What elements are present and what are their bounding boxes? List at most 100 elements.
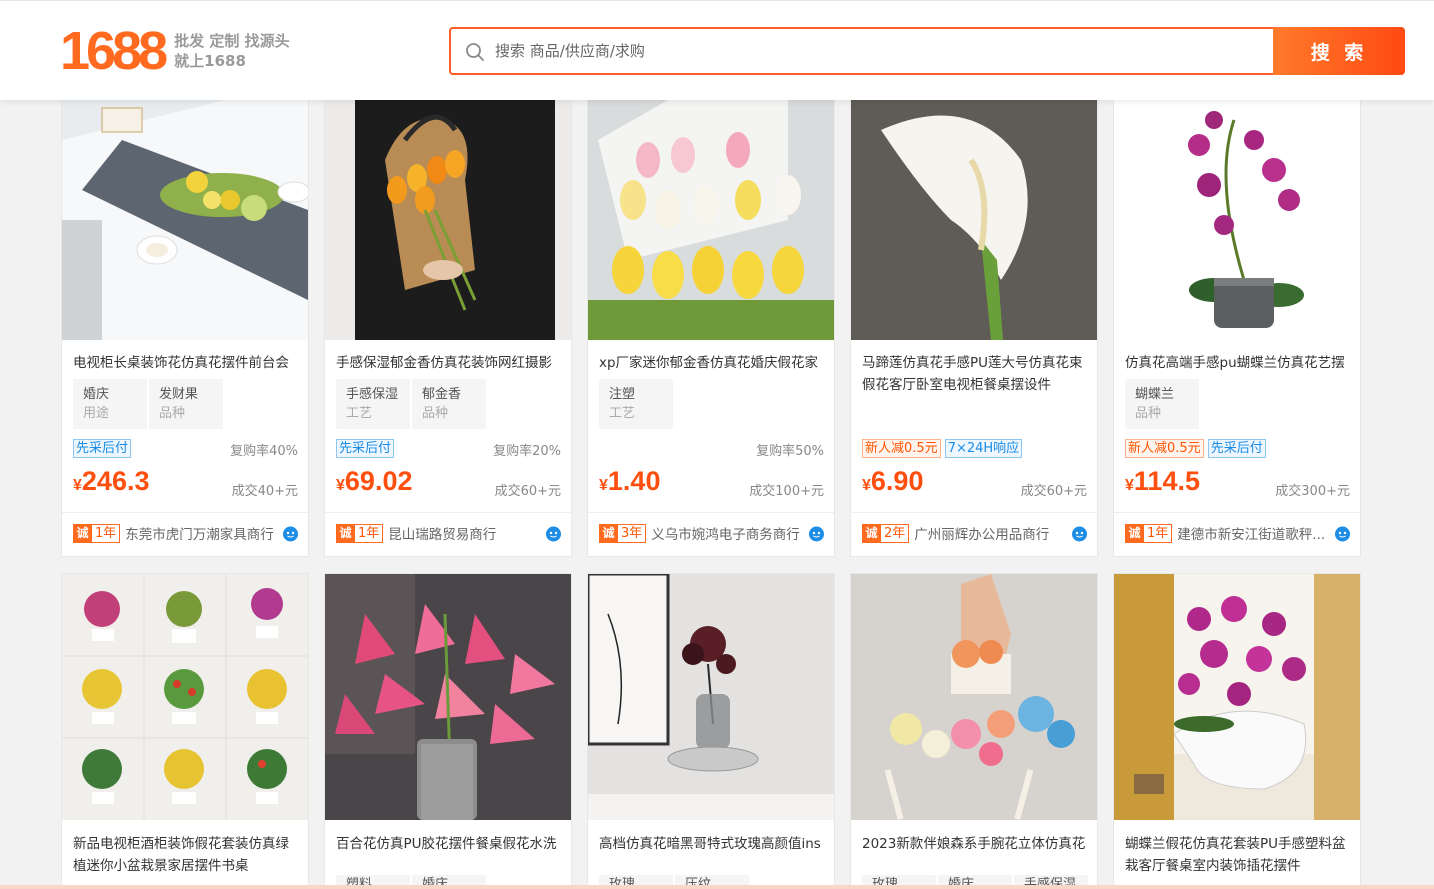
attribute-tag: 发财果 品种 (149, 379, 223, 429)
product-image[interactable] (325, 100, 571, 340)
divider (851, 512, 1097, 513)
chengxin-badge: 诚 (599, 523, 618, 543)
product-card[interactable]: 新品电视柜酒柜装饰假花套装仿真绿植迷你小盆栽景家居摆件书桌 (61, 573, 309, 889)
service-badges: 新人减0.5元 先采后付 (1125, 439, 1266, 458)
member-years: 1年 (355, 523, 384, 543)
rebuy-rate: 复购率50% (756, 444, 824, 459)
wangwang-chat-icon[interactable] (282, 525, 299, 542)
deal-amount: 成交100+元 (749, 484, 824, 499)
badge-new-user-discount: 新人减0.5元 (862, 439, 941, 458)
shop-name[interactable]: 东莞市虎门万潮家具商行 (125, 523, 280, 543)
service-badges: 新人减0.5元 7×24H响应 (862, 439, 1023, 458)
product-title[interactable]: 百合花仿真PU胶花摆件餐桌假花水洗 (336, 833, 562, 855)
product-title[interactable]: 高档仿真花暗黑哥特式玫瑰高颜值ins (599, 833, 825, 855)
member-years: 1年 (92, 523, 121, 543)
deal-amount: 成交60+元 (1020, 484, 1087, 499)
rebuy-rate: 复购率20% (493, 444, 561, 459)
price: ¥6.90 (862, 466, 924, 496)
price: ¥246.3 (73, 466, 150, 496)
deal-amount: 成交60+元 (494, 484, 561, 499)
search-input[interactable] (495, 35, 1255, 67)
wangwang-chat-icon[interactable] (1334, 525, 1351, 542)
top-header: 1688 批发 定制 找源头 就上1688 搜 索 (0, 0, 1434, 100)
product-card[interactable]: 仿真花高端手感pu蝴蝶兰仿真花艺摆 蝴蝶兰 品种 新人减0.5元 先采后付 ¥11… (1113, 99, 1361, 557)
product-card[interactable]: 蝴蝶兰假花仿真花套装PU手感塑料盆栽客厅餐桌室内装饰插花摆件 (1113, 573, 1361, 889)
attribute-tag: 蝴蝶兰 品种 (1125, 379, 1199, 429)
deal-amount: 成交40+元 (231, 484, 298, 499)
search-button[interactable]: 搜 索 (1273, 27, 1405, 75)
badge-pay-later: 先采后付 (1207, 439, 1266, 458)
shop-info[interactable]: 诚 1年 建德市新安江街道歌秤... (1125, 523, 1351, 543)
shop-info[interactable]: 诚 3年 义乌市婉鸿电子商务商行 (599, 523, 825, 543)
shop-name[interactable]: 建德市新安江街道歌秤... (1177, 523, 1332, 543)
wangwang-chat-icon[interactable] (808, 525, 825, 542)
product-card[interactable]: 电视柜长桌装饰花仿真花摆件前台会 婚庆 用途 发财果 品种 先采后付 复购率40% … (61, 99, 309, 557)
product-title[interactable]: 2023新款伴娘森系手腕花立体仿真花 (862, 833, 1088, 855)
product-image[interactable] (851, 574, 1097, 820)
price: ¥69.02 (336, 466, 413, 496)
search-bar: 搜 索 (449, 27, 1405, 75)
product-image[interactable] (62, 574, 308, 820)
attribute-tags: 蝴蝶兰 品种 (1125, 379, 1199, 429)
bottom-edge (0, 885, 1434, 889)
product-title[interactable]: 马蹄莲仿真花手感PU莲大号仿真花束假花客厅卧室电视柜餐桌摆设件 (862, 352, 1088, 396)
product-card[interactable]: 2023新款伴娘森系手腕花立体仿真花 玫瑰 婚庆 手感保湿 (850, 573, 1098, 889)
product-card[interactable]: 马蹄莲仿真花手感PU莲大号仿真花束假花客厅卧室电视柜餐桌摆设件 新人减0.5元 … (850, 99, 1098, 557)
slogan-line-2: 就上1688 (174, 52, 246, 70)
rebuy-rate: 复购率40% (230, 444, 298, 459)
product-title[interactable]: 电视柜长桌装饰花仿真花摆件前台会 (73, 352, 299, 374)
product-image[interactable] (851, 100, 1097, 340)
chengxin-badge: 诚 (336, 523, 355, 543)
shop-info[interactable]: 诚 2年 广州丽辉办公用品商行 (862, 523, 1088, 543)
divider (588, 512, 834, 513)
service-badges: 先采后付 (73, 439, 132, 458)
search-icon (465, 42, 485, 62)
attribute-tags: 手感保湿 工艺 郁金香 品种 (336, 379, 486, 429)
slogan-line-1: 批发 定制 找源头 (174, 32, 290, 50)
chengxin-badge: 诚 (73, 523, 92, 543)
product-image[interactable] (1114, 574, 1360, 820)
shop-name[interactable]: 昆山瑞路贸易商行 (388, 523, 543, 543)
product-title[interactable]: 蝴蝶兰假花仿真花套装PU手感塑料盆栽客厅餐桌室内装饰插花摆件 (1125, 833, 1351, 877)
product-card[interactable]: 高档仿真花暗黑哥特式玫瑰高颜值ins 玫瑰 压纹 (587, 573, 835, 889)
product-image[interactable] (588, 574, 834, 820)
product-image[interactable] (1114, 100, 1360, 340)
logo-text: 1688 (60, 21, 168, 81)
member-years: 3年 (618, 523, 647, 543)
attribute-tags: 婚庆 用途 发财果 品种 (73, 379, 223, 429)
shop-name[interactable]: 义乌市婉鸿电子商务商行 (651, 523, 806, 543)
attribute-tag: 手感保湿 工艺 (336, 379, 410, 429)
product-image[interactable] (588, 100, 834, 340)
logo[interactable]: 1688 批发 定制 找源头 就上1688 (60, 23, 290, 79)
divider (62, 512, 308, 513)
logo-slogan: 批发 定制 找源头 就上1688 (174, 31, 289, 71)
price: ¥114.5 (1125, 466, 1200, 496)
product-title[interactable]: xp厂家迷你郁金香仿真花婚庆假花家 (599, 352, 825, 374)
product-image[interactable] (325, 574, 571, 820)
product-card[interactable]: xp厂家迷你郁金香仿真花婚庆假花家 注塑 工艺 复购率50% ¥1.40 成交10… (587, 99, 835, 557)
chengxin-badge: 诚 (1125, 523, 1144, 543)
divider (325, 512, 571, 513)
wangwang-chat-icon[interactable] (1071, 525, 1088, 542)
member-years: 2年 (881, 523, 910, 543)
attribute-tag: 婚庆 用途 (73, 379, 147, 429)
attribute-tag: 注塑 工艺 (599, 379, 673, 429)
attribute-tags: 注塑 工艺 (599, 379, 673, 429)
divider (1114, 512, 1360, 513)
product-title[interactable]: 新品电视柜酒柜装饰假花套装仿真绿植迷你小盆栽景家居摆件书桌 (73, 833, 299, 877)
deal-amount: 成交300+元 (1275, 484, 1350, 499)
product-title[interactable]: 仿真花高端手感pu蝴蝶兰仿真花艺摆 (1125, 352, 1351, 374)
shop-info[interactable]: 诚 1年 东莞市虎门万潮家具商行 (73, 523, 299, 543)
product-title[interactable]: 手感保湿郁金香仿真花装饰网红摄影 (336, 352, 562, 374)
wangwang-chat-icon[interactable] (545, 525, 562, 542)
badge-new-user-discount: 新人减0.5元 (1125, 439, 1204, 458)
badge-response: 7×24H响应 (944, 439, 1023, 458)
shop-info[interactable]: 诚 1年 昆山瑞路贸易商行 (336, 523, 562, 543)
member-years: 1年 (1144, 523, 1173, 543)
product-card[interactable]: 手感保湿郁金香仿真花装饰网红摄影 手感保湿 工艺 郁金香 品种 先采后付 复购率20… (324, 99, 572, 557)
product-card[interactable]: 百合花仿真PU胶花摆件餐桌假花水洗 塑料 婚庆 (324, 573, 572, 889)
product-image[interactable] (62, 100, 308, 340)
shop-name[interactable]: 广州丽辉办公用品商行 (914, 523, 1069, 543)
badge-pay-later: 先采后付 (73, 439, 132, 458)
service-badges: 先采后付 (336, 439, 395, 458)
